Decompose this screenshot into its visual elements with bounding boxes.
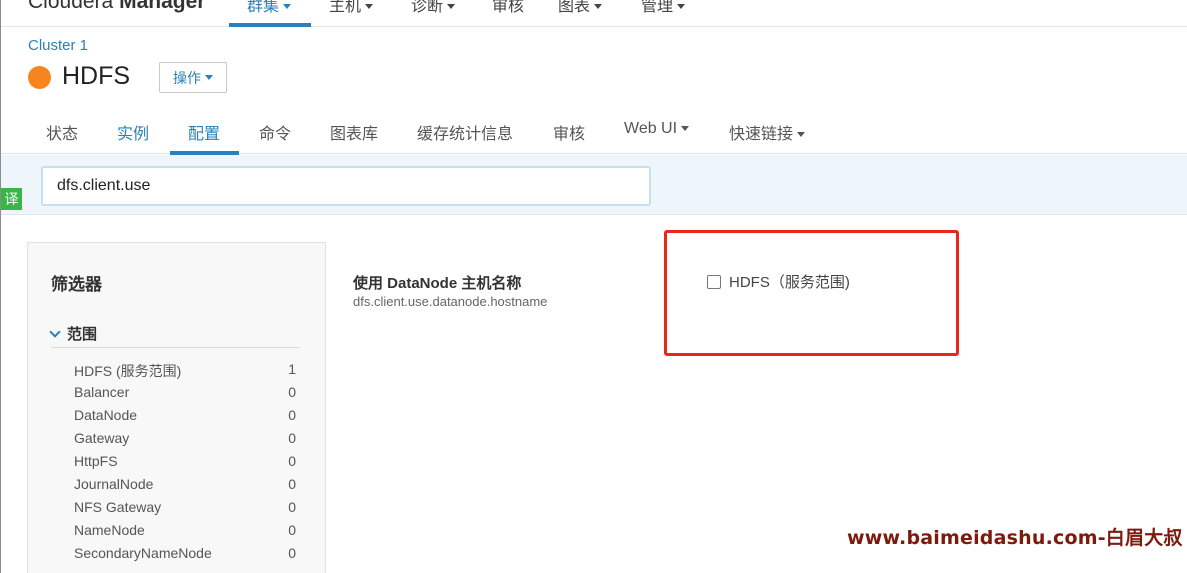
filter-title: 筛选器: [51, 275, 102, 294]
tab-audits[interactable]: 审核: [553, 120, 585, 144]
caret-down-icon: [283, 4, 292, 10]
filter-count: 0: [288, 476, 296, 492]
nav-charts[interactable]: 图表: [558, 0, 603, 16]
brand-bold: Manager: [119, 0, 206, 13]
filter-count: 0: [288, 499, 296, 515]
caret-down-icon: [365, 4, 374, 10]
tab-instances[interactable]: 实例: [117, 120, 149, 144]
service-status-icon: [28, 66, 51, 89]
tab-cache-statistics[interactable]: 缓存统计信息: [417, 120, 513, 144]
chevron-down-icon: [49, 325, 61, 338]
tab-configuration[interactable]: 配置: [188, 120, 220, 144]
nav-active-indicator: [229, 23, 311, 27]
breadcrumb-cluster-link[interactable]: Cluster 1: [28, 37, 88, 54]
scope-section-title: 范围: [67, 326, 98, 343]
nav-administration[interactable]: 管理: [641, 0, 686, 16]
app-logo[interactable]: Cloudera Manager: [28, 0, 205, 14]
divider: [51, 347, 300, 348]
tab-web-ui[interactable]: Web UI: [624, 120, 690, 138]
filter-count: 0: [288, 384, 296, 400]
nav-audits[interactable]: 审核: [492, 0, 524, 16]
watermark: www.baimeidashu.com-白眉大叔: [847, 527, 1183, 549]
caret-down-icon: [447, 4, 456, 10]
scope-filter-item[interactable]: NFS Gateway 0: [74, 499, 296, 522]
scope-section-toggle[interactable]: 范围: [49, 323, 98, 344]
actions-dropdown-button[interactable]: 操作: [159, 62, 227, 93]
caret-down-icon: [681, 126, 690, 132]
scope-filter-item[interactable]: NameNode 0: [74, 522, 296, 545]
brand-light: Cloudera: [28, 0, 114, 13]
nav-diagnostics[interactable]: 诊断: [411, 0, 456, 16]
caret-down-icon: [594, 4, 603, 10]
caret-down-icon: [205, 75, 213, 80]
tab-chart-library[interactable]: 图表库: [330, 120, 378, 144]
scope-filter-item[interactable]: HDFS (服务范围) 1: [74, 361, 296, 384]
page-title: HDFS: [62, 62, 131, 90]
translate-badge[interactable]: 译: [1, 188, 22, 210]
tab-commands[interactable]: 命令: [259, 120, 291, 144]
filter-panel: 筛选器 范围 HDFS (服务范围) 1 Balancer 0 DataNode 0 …: [27, 242, 326, 573]
scope-filter-item[interactable]: Balancer 0: [74, 384, 296, 407]
property-display-name: 使用 DataNode 主机名称: [353, 275, 522, 292]
tab-quick-links[interactable]: 快速链接: [729, 120, 806, 144]
filter-count: 0: [288, 430, 296, 446]
caret-down-icon: [677, 4, 686, 10]
filter-count: 0: [288, 453, 296, 469]
filter-count: 0: [288, 522, 296, 538]
caret-down-icon: [797, 132, 806, 138]
highlight-annotation: [664, 230, 959, 356]
filter-count: 0: [288, 407, 296, 423]
scope-filter-item[interactable]: JournalNode 0: [74, 476, 296, 499]
filter-count: 0: [288, 545, 296, 561]
scope-filter-item[interactable]: DataNode 0: [74, 407, 296, 430]
property-key: dfs.client.use.datanode.hostname: [353, 294, 548, 309]
top-navbar: Cloudera Manager 群集 主机 诊断 审核 图表 管理: [1, 0, 1187, 27]
app-window: Cloudera Manager 群集 主机 诊断 审核 图表 管理 Clust…: [0, 0, 1187, 573]
scope-filter-list: HDFS (服务范围) 1 Balancer 0 DataNode 0 Gateway…: [74, 361, 296, 568]
filter-count: 1: [288, 361, 296, 377]
nav-clusters[interactable]: 群集: [247, 0, 292, 16]
scope-filter-item[interactable]: Gateway 0: [74, 430, 296, 453]
scope-filter-item[interactable]: SecondaryNameNode 0: [74, 545, 296, 568]
nav-hosts[interactable]: 主机: [329, 0, 374, 16]
tab-status[interactable]: 状态: [46, 120, 78, 144]
scope-filter-item[interactable]: HttpFS 0: [74, 453, 296, 476]
config-search-input[interactable]: [41, 166, 651, 206]
